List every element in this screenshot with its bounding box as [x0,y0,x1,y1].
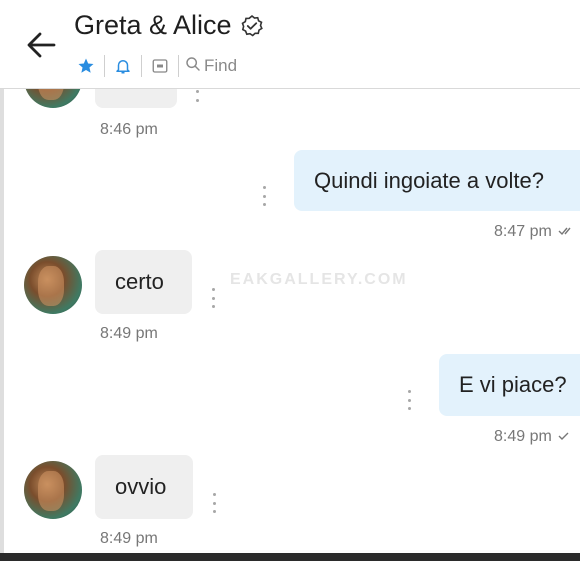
outgoing-message-bubble[interactable]: Quindi ingoiate a volte? [294,150,580,211]
incoming-message-bubble[interactable]: ovvio [95,455,193,519]
message-text: E vi piace? [459,372,567,397]
toolbar-divider [104,55,105,77]
back-arrow-icon[interactable] [24,30,58,60]
toolbar-divider [178,55,179,77]
chat-title-text: Greta & Alice [74,10,232,40]
message-time-text: 8:49 pm [494,428,552,446]
read-receipt-icon [558,223,574,241]
message-options-icon[interactable] [194,90,200,102]
message-options-icon[interactable] [210,288,216,308]
bottom-edge [0,553,580,561]
incoming-message-bubble[interactable] [95,88,177,108]
message-list[interactable]: 8:46 pm Quindi ingoiate a volte? 8:47 pm… [0,88,580,561]
message-options-icon[interactable] [406,390,412,410]
toolbar-divider [141,55,142,77]
header-toolbar: Find [74,54,237,78]
contact-avatar[interactable] [24,256,82,314]
message-time: 8:47 pm [494,223,574,241]
star-icon[interactable] [74,54,98,78]
message-text: Quindi ingoiate a volte? [314,167,544,193]
find-button[interactable]: Find [185,56,237,77]
message-time: 8:49 pm [494,428,570,446]
verified-badge-icon [240,14,264,38]
search-icon [185,56,201,77]
chat-header: Greta & Alice Find [0,0,580,89]
message-text: certo [115,269,164,294]
message-options-icon[interactable] [211,493,217,513]
message-text: ovvio [115,474,167,499]
message-time: 8:49 pm [100,530,158,547]
watermark: EAKGALLERY.COM [230,271,408,288]
sent-check-icon [558,428,570,446]
incoming-message-bubble[interactable]: certo [95,250,192,314]
message-time-text: 8:47 pm [494,223,552,241]
message-options-icon[interactable] [261,186,267,206]
bell-icon[interactable] [111,54,135,78]
chat-title: Greta & Alice [74,10,264,41]
message-time: 8:46 pm [100,121,158,138]
message-time: 8:49 pm [100,325,158,342]
outgoing-message-bubble[interactable]: E vi piace? [439,354,580,416]
contact-avatar[interactable] [24,461,82,519]
contact-avatar[interactable] [24,88,82,108]
find-label: Find [204,56,238,75]
media-icon[interactable] [148,54,172,78]
